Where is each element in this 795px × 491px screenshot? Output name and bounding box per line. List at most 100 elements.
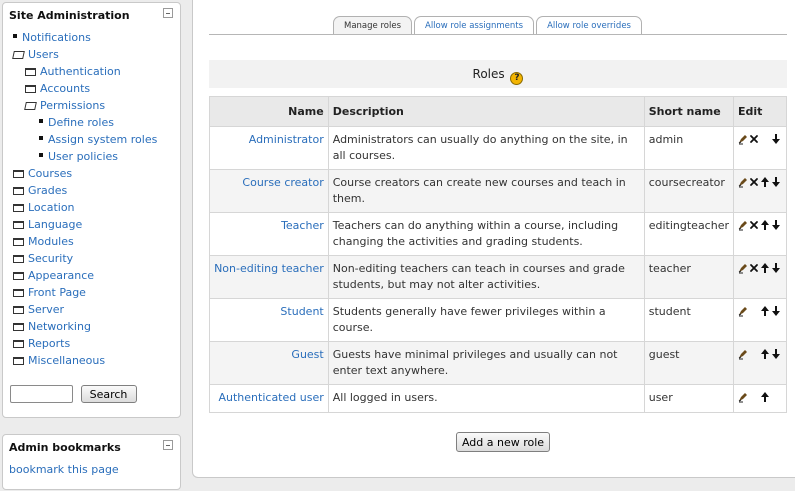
role-edit-actions <box>733 341 787 385</box>
sidebar-item-label[interactable]: Networking <box>28 320 91 333</box>
sidebar-item[interactable]: Notifications <box>3 29 180 46</box>
sidebar-item[interactable]: Accounts <box>3 80 180 97</box>
edit-icon[interactable] <box>738 305 748 317</box>
sidebar-item[interactable]: Courses <box>3 165 180 182</box>
admin-bookmarks-header: Admin bookmarks <box>3 435 180 457</box>
role-name-link[interactable]: Authenticated user <box>219 391 324 404</box>
sidebar-item-label[interactable]: Security <box>28 252 73 265</box>
help-icon[interactable]: ? <box>510 72 524 85</box>
edit-icon[interactable] <box>738 133 748 145</box>
move-up-icon[interactable] <box>760 348 770 360</box>
role-edit-actions <box>733 255 787 299</box>
sidebar-item-label[interactable]: Authentication <box>40 65 121 78</box>
edit-icon[interactable] <box>738 176 748 188</box>
sidebar-item[interactable]: Server <box>3 301 180 318</box>
sidebar-item-label[interactable]: Miscellaneous <box>28 354 105 367</box>
move-down-icon[interactable] <box>771 176 781 188</box>
bullet-icon <box>39 153 43 157</box>
move-down-icon[interactable] <box>771 219 781 231</box>
delete-icon[interactable] <box>749 262 759 274</box>
sidebar-item-label[interactable]: User policies <box>48 150 118 163</box>
sidebar-item-label[interactable]: Define roles <box>48 116 114 129</box>
sidebar-item[interactable]: Language <box>3 216 180 233</box>
sidebar-item[interactable]: Permissions <box>3 97 180 114</box>
move-down-icon[interactable] <box>771 262 781 274</box>
move-up-icon[interactable] <box>760 262 770 274</box>
sidebar-item[interactable]: Define roles <box>3 114 180 131</box>
sidebar-item-label[interactable]: Grades <box>28 184 67 197</box>
role-edit-actions <box>733 126 787 170</box>
sidebar-item[interactable]: Front Page <box>3 284 180 301</box>
role-short-name: user <box>643 384 735 413</box>
tab-allow-role-overrides[interactable]: Allow role overrides <box>536 16 642 35</box>
sidebar-item-label[interactable]: Notifications <box>22 31 91 44</box>
sidebar-item[interactable]: Grades <box>3 182 180 199</box>
sidebar-item-label[interactable]: Reports <box>28 337 70 350</box>
sidebar-item-label[interactable]: Users <box>28 48 59 61</box>
collapse-icon[interactable] <box>163 440 173 450</box>
sidebar-item-label[interactable]: Permissions <box>40 99 105 112</box>
edit-icon[interactable] <box>738 219 748 231</box>
move-down-icon[interactable] <box>771 305 781 317</box>
move-up-icon[interactable] <box>760 391 770 403</box>
admin-search-input[interactable] <box>10 385 73 403</box>
folder-icon <box>13 340 24 348</box>
sidebar-item-label[interactable]: Accounts <box>40 82 90 95</box>
sidebar-item-label[interactable]: Courses <box>28 167 72 180</box>
edit-icon[interactable] <box>738 348 748 360</box>
site-administration-block: Site Administration Notifications Users Au… <box>2 2 181 418</box>
sidebar-item[interactable]: Users <box>3 46 180 63</box>
role-name-link[interactable]: Guest <box>291 348 323 361</box>
role-name-cell: Non-editing teacher <box>209 255 329 299</box>
move-up-icon[interactable] <box>760 305 770 317</box>
folder-icon <box>13 323 24 331</box>
sidebar-item-label[interactable]: Front Page <box>28 286 86 299</box>
edit-icon[interactable] <box>738 391 748 403</box>
sidebar-item[interactable]: Authentication <box>3 63 180 80</box>
sidebar-item[interactable]: User policies <box>3 148 180 165</box>
edit-icon[interactable] <box>738 262 748 274</box>
collapse-icon[interactable] <box>163 8 173 18</box>
sidebar-item-label[interactable]: Location <box>28 201 75 214</box>
roles-heading: Roles ? <box>209 60 787 88</box>
sidebar-item[interactable]: Networking <box>3 318 180 335</box>
role-edit-actions <box>733 384 787 413</box>
sidebar-item-label[interactable]: Appearance <box>28 269 94 282</box>
role-name-link[interactable]: Student <box>280 305 323 318</box>
delete-icon[interactable] <box>749 176 759 188</box>
move-up-icon[interactable] <box>760 219 770 231</box>
role-edit-actions <box>733 212 787 256</box>
tab-allow-role-assignments[interactable]: Allow role assignments <box>414 16 535 35</box>
delete-icon[interactable] <box>749 219 759 231</box>
sidebar-item-label[interactable]: Server <box>28 303 64 316</box>
tab-manage-roles[interactable]: Manage roles <box>333 16 412 35</box>
move-down-icon[interactable] <box>771 348 781 360</box>
sidebar-item-label[interactable]: Language <box>28 218 82 231</box>
sidebar-item[interactable]: Reports <box>3 335 180 352</box>
folder-icon <box>13 221 24 229</box>
site-administration-header: Site Administration <box>3 3 180 25</box>
role-name-link[interactable]: Teacher <box>281 219 324 232</box>
move-up-icon[interactable] <box>760 176 770 188</box>
folder-open-icon <box>12 51 25 59</box>
role-name-link[interactable]: Administrator <box>249 133 324 146</box>
sidebar-item[interactable]: Miscellaneous <box>3 352 180 369</box>
role-name-link[interactable]: Non-editing teacher <box>214 262 324 275</box>
role-name-link[interactable]: Course creator <box>242 176 323 189</box>
sidebar-item[interactable]: Appearance <box>3 267 180 284</box>
sidebar-item[interactable]: Modules <box>3 233 180 250</box>
sidebar-item[interactable]: Security <box>3 250 180 267</box>
move-down-icon[interactable] <box>771 133 781 145</box>
role-description: Teachers can do anything within a course… <box>327 212 645 256</box>
delete-icon[interactable] <box>749 133 759 145</box>
sidebar-item-label[interactable]: Assign system roles <box>48 133 157 146</box>
roles-table: Name Description Short name Edit Adminis… <box>209 96 787 413</box>
bookmark-this-page-link[interactable]: bookmark this page <box>3 457 180 482</box>
search-button[interactable]: Search <box>80 385 137 403</box>
sidebar-item-label[interactable]: Modules <box>28 235 74 248</box>
sidebar-item[interactable]: Assign system roles <box>3 131 180 148</box>
role-short-name: student <box>643 298 735 342</box>
add-new-role-button[interactable]: Add a new role <box>456 432 550 452</box>
sidebar-item[interactable]: Location <box>3 199 180 216</box>
role-description: All logged in users. <box>327 384 645 413</box>
